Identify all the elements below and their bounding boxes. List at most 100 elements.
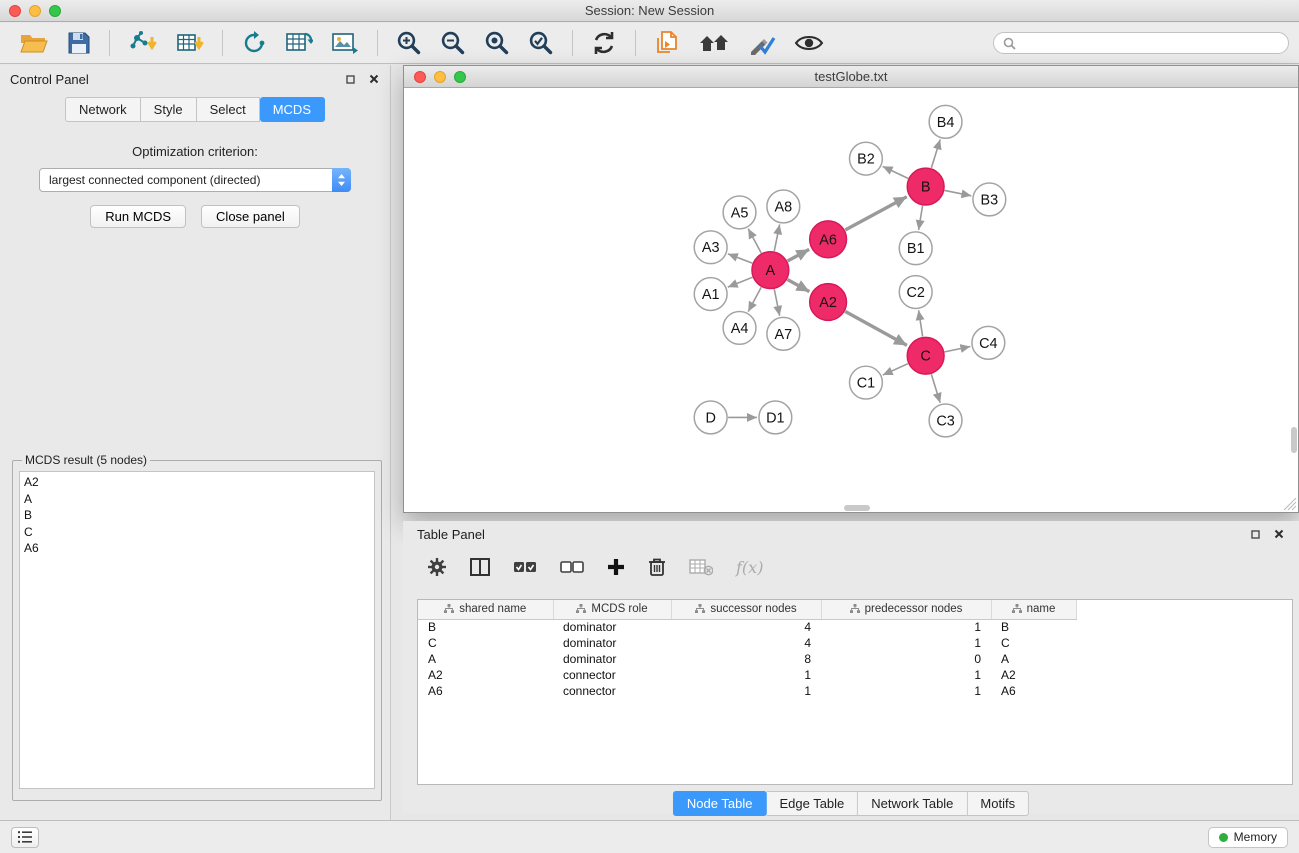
node-B4[interactable]: B4 (929, 105, 962, 138)
window-minimize-button[interactable] (29, 5, 41, 17)
open-session-button[interactable] (14, 29, 54, 57)
search-box[interactable] (993, 32, 1289, 54)
node-table[interactable]: shared nameMCDS rolesuccessor nodesprede… (417, 599, 1293, 785)
tab-network[interactable]: Network (65, 97, 141, 122)
node-C4[interactable]: C4 (972, 326, 1005, 359)
node-A4[interactable]: A4 (723, 311, 756, 344)
optimization-dropdown[interactable]: largest connected component (directed) (39, 168, 351, 192)
edge-B-B4[interactable] (931, 139, 940, 168)
edge-A-A7[interactable] (774, 289, 779, 316)
node-A7[interactable]: A7 (767, 317, 800, 350)
show-hide-graphics-button[interactable] (789, 31, 829, 55)
node-B[interactable]: B (907, 168, 944, 205)
duplicate-network-button[interactable] (649, 28, 685, 58)
zoom-in-button[interactable] (391, 28, 427, 58)
edge-A-A2[interactable] (787, 279, 809, 291)
node-C1[interactable]: C1 (850, 366, 883, 399)
memory-button[interactable]: Memory (1208, 827, 1288, 848)
node-C2[interactable]: C2 (899, 276, 932, 309)
edge-A-A4[interactable] (748, 287, 761, 311)
control-panel-close-button[interactable] (368, 73, 380, 85)
export-image-button[interactable] (326, 29, 364, 57)
result-item-a6[interactable]: A6 (24, 540, 370, 557)
apply-function-button[interactable]: f(x) (736, 558, 763, 577)
zoom-fit-button[interactable] (479, 28, 515, 58)
import-table-db-button[interactable] (280, 28, 318, 58)
result-item-b[interactable]: B (24, 507, 370, 524)
node-A3[interactable]: A3 (694, 231, 727, 264)
window-close-button[interactable] (9, 5, 21, 17)
zoom-selected-button[interactable] (523, 28, 559, 58)
column-header-mcds-role[interactable]: MCDS role (553, 600, 671, 619)
node-B2[interactable]: B2 (850, 142, 883, 175)
tab-edge-table[interactable]: Edge Table (766, 791, 858, 816)
edge-A-A3[interactable] (728, 254, 752, 263)
table-settings-button[interactable] (427, 557, 447, 577)
resize-grip-icon[interactable] (1284, 498, 1297, 511)
table-row-b[interactable]: Bdominator41B (418, 619, 1076, 635)
tab-select[interactable]: Select (197, 97, 260, 122)
node-A5[interactable]: A5 (723, 196, 756, 229)
table-row-a6[interactable]: A6connector11A6 (418, 683, 1076, 699)
edge-A-A6[interactable] (788, 249, 810, 261)
column-header-successor-nodes[interactable]: successor nodes (671, 600, 821, 619)
go-home-button[interactable] (693, 29, 735, 57)
column-header-shared-name[interactable]: shared name (418, 600, 553, 619)
import-table-file-button[interactable] (171, 28, 209, 58)
vertical-scroll-thumb[interactable] (1291, 427, 1297, 453)
edge-A2-C[interactable] (845, 311, 907, 345)
zoom-out-button[interactable] (435, 28, 471, 58)
deselect-all-button[interactable] (560, 560, 584, 574)
tab-network-table[interactable]: Network Table (858, 791, 967, 816)
node-A1[interactable]: A1 (694, 278, 727, 311)
node-A[interactable]: A (752, 252, 789, 289)
edge-C-C1[interactable] (883, 364, 908, 375)
table-panel-float-button[interactable] (1250, 529, 1261, 540)
delete-columns-button[interactable] (648, 557, 666, 577)
edge-B-B3[interactable] (945, 190, 972, 195)
result-item-c[interactable]: C (24, 524, 370, 541)
column-header-predecessor-nodes[interactable]: predecessor nodes (821, 600, 991, 619)
horizontal-scroll-thumb[interactable] (844, 505, 870, 511)
edge-A6-B[interactable] (845, 197, 907, 230)
edge-B-B2[interactable] (883, 166, 908, 178)
node-A2[interactable]: A2 (810, 284, 847, 321)
tab-motifs[interactable]: Motifs (967, 791, 1029, 816)
edge-A-A5[interactable] (748, 229, 761, 253)
import-network-file-button[interactable] (123, 28, 163, 58)
network-zoom-button[interactable] (454, 71, 466, 83)
table-row-c[interactable]: Cdominator41C (418, 635, 1076, 651)
node-B3[interactable]: B3 (973, 183, 1006, 216)
toggle-columns-button[interactable] (470, 558, 490, 576)
apply-style-button[interactable] (743, 29, 781, 57)
node-A6[interactable]: A6 (810, 221, 847, 258)
node-D[interactable]: D (694, 401, 727, 434)
tab-mcds[interactable]: MCDS (260, 97, 325, 122)
save-session-button[interactable] (62, 29, 96, 57)
edge-C-C2[interactable] (919, 310, 923, 336)
refresh-view-button[interactable] (586, 28, 622, 58)
table-panel-close-button[interactable] (1273, 528, 1285, 540)
task-history-button[interactable] (11, 827, 39, 848)
column-header-name[interactable]: name (991, 600, 1076, 619)
reload-network-button[interactable] (236, 28, 272, 58)
window-zoom-button[interactable] (49, 5, 61, 17)
result-item-a[interactable]: A (24, 491, 370, 508)
search-input[interactable] (1021, 36, 1279, 50)
run-mcds-button[interactable]: Run MCDS (90, 205, 186, 228)
edge-A-A1[interactable] (728, 277, 753, 287)
mcds-result-list[interactable]: A2ABCA6 (19, 471, 375, 789)
node-C[interactable]: C (907, 337, 944, 374)
table-row-a[interactable]: Adominator80A (418, 651, 1076, 667)
edge-C-C3[interactable] (931, 374, 940, 403)
tab-style[interactable]: Style (141, 97, 197, 122)
delete-table-button[interactable] (689, 557, 713, 577)
close-mcds-panel-button[interactable]: Close panel (201, 205, 300, 228)
edge-B-B1[interactable] (919, 206, 923, 230)
edge-C-C4[interactable] (945, 346, 971, 351)
control-panel-float-button[interactable] (345, 74, 356, 85)
network-close-button[interactable] (414, 71, 426, 83)
result-item-a2[interactable]: A2 (24, 474, 370, 491)
network-canvas[interactable]: AA6A2BCA5A8A3A1A4A7B2B4B3B1C2C4C1C3DD1 (404, 89, 1298, 512)
create-column-button[interactable] (607, 558, 625, 576)
